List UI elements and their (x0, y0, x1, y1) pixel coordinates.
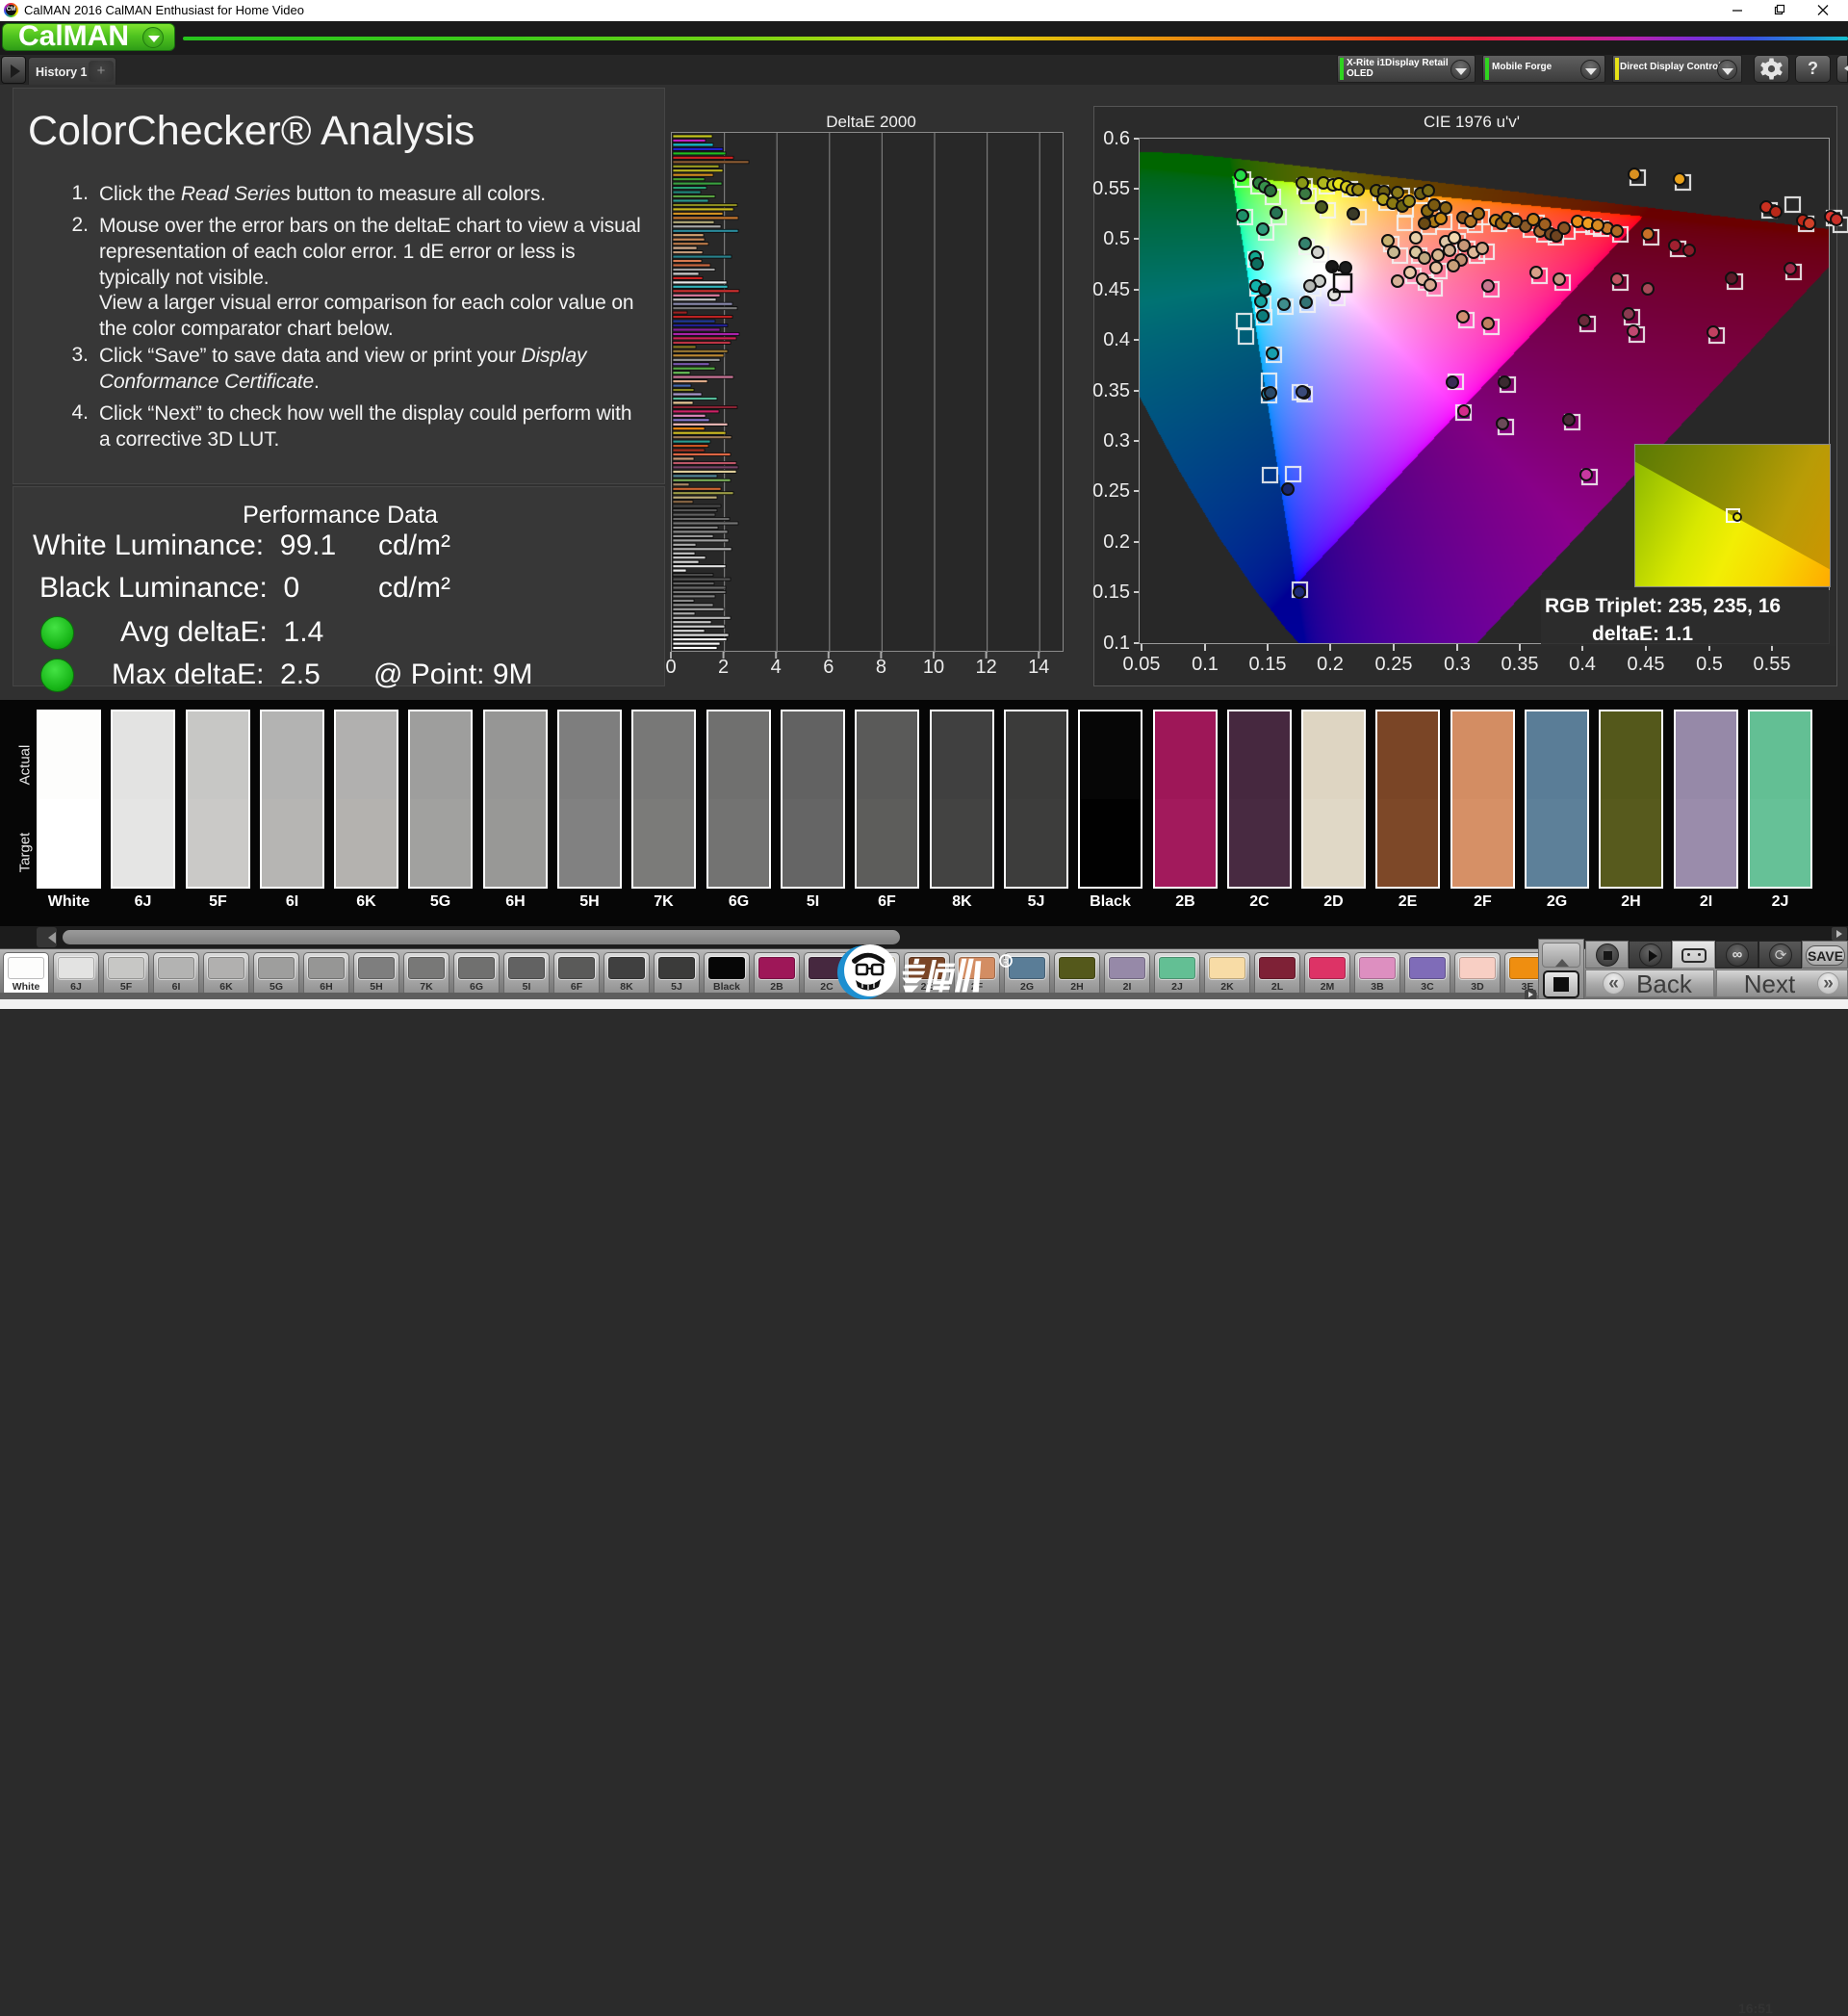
svg-text:0.5: 0.5 (1103, 228, 1130, 249)
svg-text:0.15: 0.15 (1092, 582, 1130, 603)
svg-text:0.1: 0.1 (1103, 633, 1130, 654)
svg-text:0.25: 0.25 (1092, 480, 1130, 502)
svg-text:12: 12 (975, 657, 996, 678)
svg-text:0.35: 0.35 (1092, 380, 1130, 401)
svg-text:0.6: 0.6 (1103, 128, 1130, 149)
svg-text:0.25: 0.25 (1375, 654, 1413, 675)
svg-text:14: 14 (1028, 657, 1049, 678)
svg-text:0.15: 0.15 (1249, 654, 1287, 675)
svg-text:0.2: 0.2 (1103, 531, 1130, 553)
svg-text:0.4: 0.4 (1569, 654, 1596, 675)
svg-text:0.35: 0.35 (1502, 654, 1539, 675)
svg-text:0.45: 0.45 (1092, 279, 1130, 300)
svg-text:R: R (1003, 958, 1009, 967)
svg-text:0.45: 0.45 (1628, 654, 1665, 675)
svg-text:0.4: 0.4 (1103, 329, 1130, 350)
svg-text:0.2: 0.2 (1317, 654, 1344, 675)
svg-text:0.1: 0.1 (1192, 654, 1219, 675)
svg-text:6: 6 (823, 657, 834, 678)
svg-text:0.3: 0.3 (1103, 430, 1130, 452)
svg-text:4: 4 (771, 657, 782, 678)
svg-text:2: 2 (718, 657, 729, 678)
svg-text:8: 8 (876, 657, 886, 678)
svg-text:0.55: 0.55 (1754, 654, 1791, 675)
svg-text:0.3: 0.3 (1444, 654, 1471, 675)
svg-text:0.55: 0.55 (1092, 178, 1130, 199)
svg-text:0.5: 0.5 (1696, 654, 1723, 675)
svg-text:10: 10 (923, 657, 944, 678)
svg-text:0.05: 0.05 (1123, 654, 1161, 675)
svg-text:0: 0 (665, 657, 676, 678)
